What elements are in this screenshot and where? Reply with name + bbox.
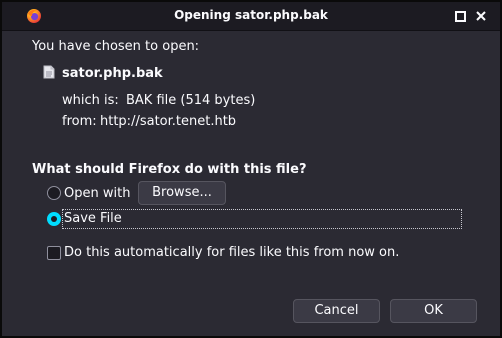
browse-button[interactable]: Browse... — [138, 181, 226, 205]
ok-button[interactable]: OK — [390, 299, 477, 323]
dialog-window: Opening sator.php.bak You have chosen to… — [0, 0, 502, 338]
close-icon[interactable] — [474, 9, 488, 23]
restore-icon[interactable] — [453, 9, 467, 23]
open-with-radio[interactable] — [47, 186, 61, 200]
window-title: Opening sator.php.bak — [174, 8, 328, 22]
auto-action-label[interactable]: Do this automatically for files like thi… — [64, 245, 399, 260]
cancel-button[interactable]: Cancel — [293, 299, 380, 323]
file-type-label: which is: — [62, 93, 119, 108]
open-with-label[interactable]: Open with — [64, 186, 130, 201]
title-bar[interactable]: Opening sator.php.bak — [2, 2, 500, 31]
save-file-label[interactable]: Save File — [64, 211, 122, 226]
source-value: http://sator.tenet.htb — [100, 114, 237, 129]
intro-text: You have chosen to open: — [32, 39, 200, 54]
save-file-radio[interactable] — [47, 212, 61, 226]
save-file-focus-ring — [62, 209, 462, 229]
document-icon — [43, 65, 55, 79]
auto-action-checkbox[interactable] — [47, 246, 61, 260]
source-label: from: — [62, 114, 97, 129]
action-question: What should Firefox do with this file? — [32, 162, 307, 177]
file-type-value: BAK file (514 bytes) — [126, 93, 256, 108]
file-name: sator.php.bak — [62, 66, 163, 81]
